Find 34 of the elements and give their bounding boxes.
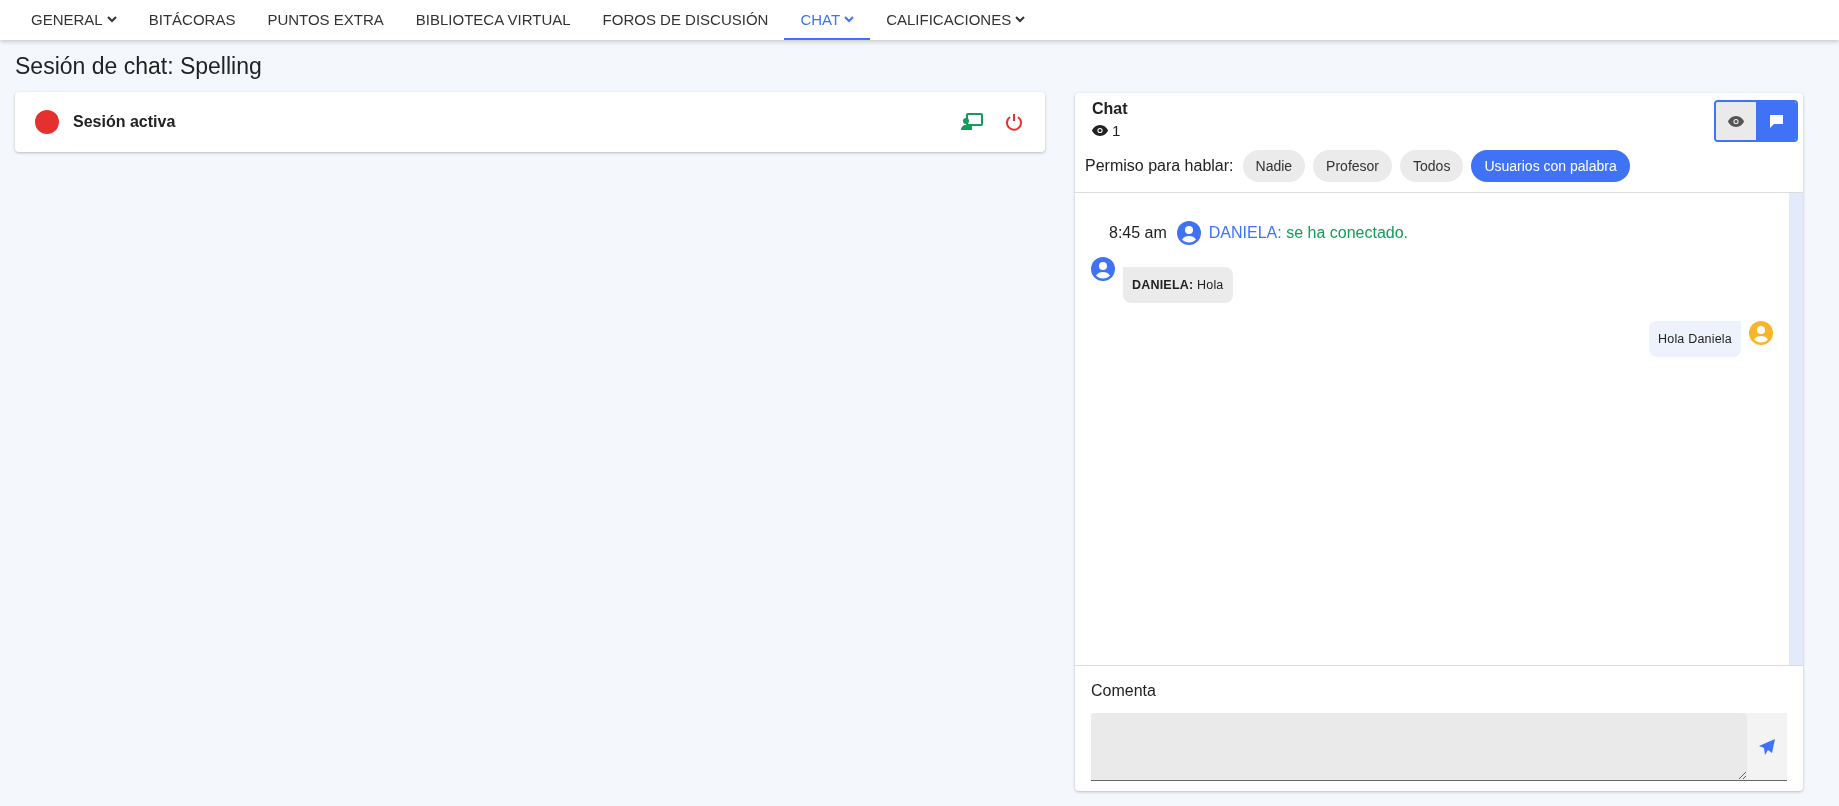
permission-label: Permiso para hablar:	[1085, 157, 1234, 175]
speech-bubble-icon	[1768, 113, 1784, 129]
nav-tab[interactable]: BITÁCORAS	[132, 0, 252, 40]
nav-tab[interactable]: CHAT	[784, 0, 871, 40]
user-avatar-icon	[1176, 221, 1201, 245]
paper-plane-icon	[1758, 737, 1776, 756]
session-status: Sesión activa	[73, 113, 177, 131]
chat-toggle-button[interactable]	[1756, 102, 1796, 140]
eye-icon	[1728, 115, 1744, 127]
permission-chip[interactable]: Profesor	[1313, 150, 1393, 182]
scrollbar[interactable]	[1789, 193, 1803, 665]
power-icon	[1005, 113, 1023, 131]
system-message: DANIELA: se ha conectado.	[1208, 224, 1409, 242]
user-avatar-icon	[1091, 257, 1115, 281]
nav-tab[interactable]: BIBLIOTECA VIRTUAL	[399, 0, 587, 40]
message-time: 8:45 am	[1109, 224, 1167, 242]
nav-tab[interactable]: FOROS DE DISCUSIÓN	[586, 0, 785, 40]
eye-icon	[1092, 125, 1108, 136]
comment-field[interactable]	[1091, 713, 1787, 781]
nav-tab[interactable]: PUNTOS EXTRA	[251, 0, 400, 40]
eye-toggle-button[interactable]	[1716, 102, 1756, 140]
message-bubble: Hola Daniela	[1649, 321, 1741, 357]
nav-tab[interactable]: GENERAL	[15, 0, 133, 40]
user-avatar-icon	[1749, 321, 1773, 345]
permission-chip[interactable]: Todos	[1400, 150, 1464, 182]
viewer-count: 1	[1112, 122, 1121, 139]
message-bubble: DANIELA: Hola	[1123, 267, 1233, 303]
presenter-icon	[961, 113, 983, 131]
permission-chip[interactable]: Nadie	[1242, 150, 1306, 182]
chat-title: Chat	[1092, 100, 1128, 118]
comment-label: Comenta	[1091, 682, 1157, 700]
permission-chip[interactable]: Usuarios con palabra	[1471, 150, 1630, 182]
page-title: Sesión de chat: Spelling	[15, 53, 263, 80]
nav-tab[interactable]: CALIFICACIONES	[870, 0, 1042, 40]
